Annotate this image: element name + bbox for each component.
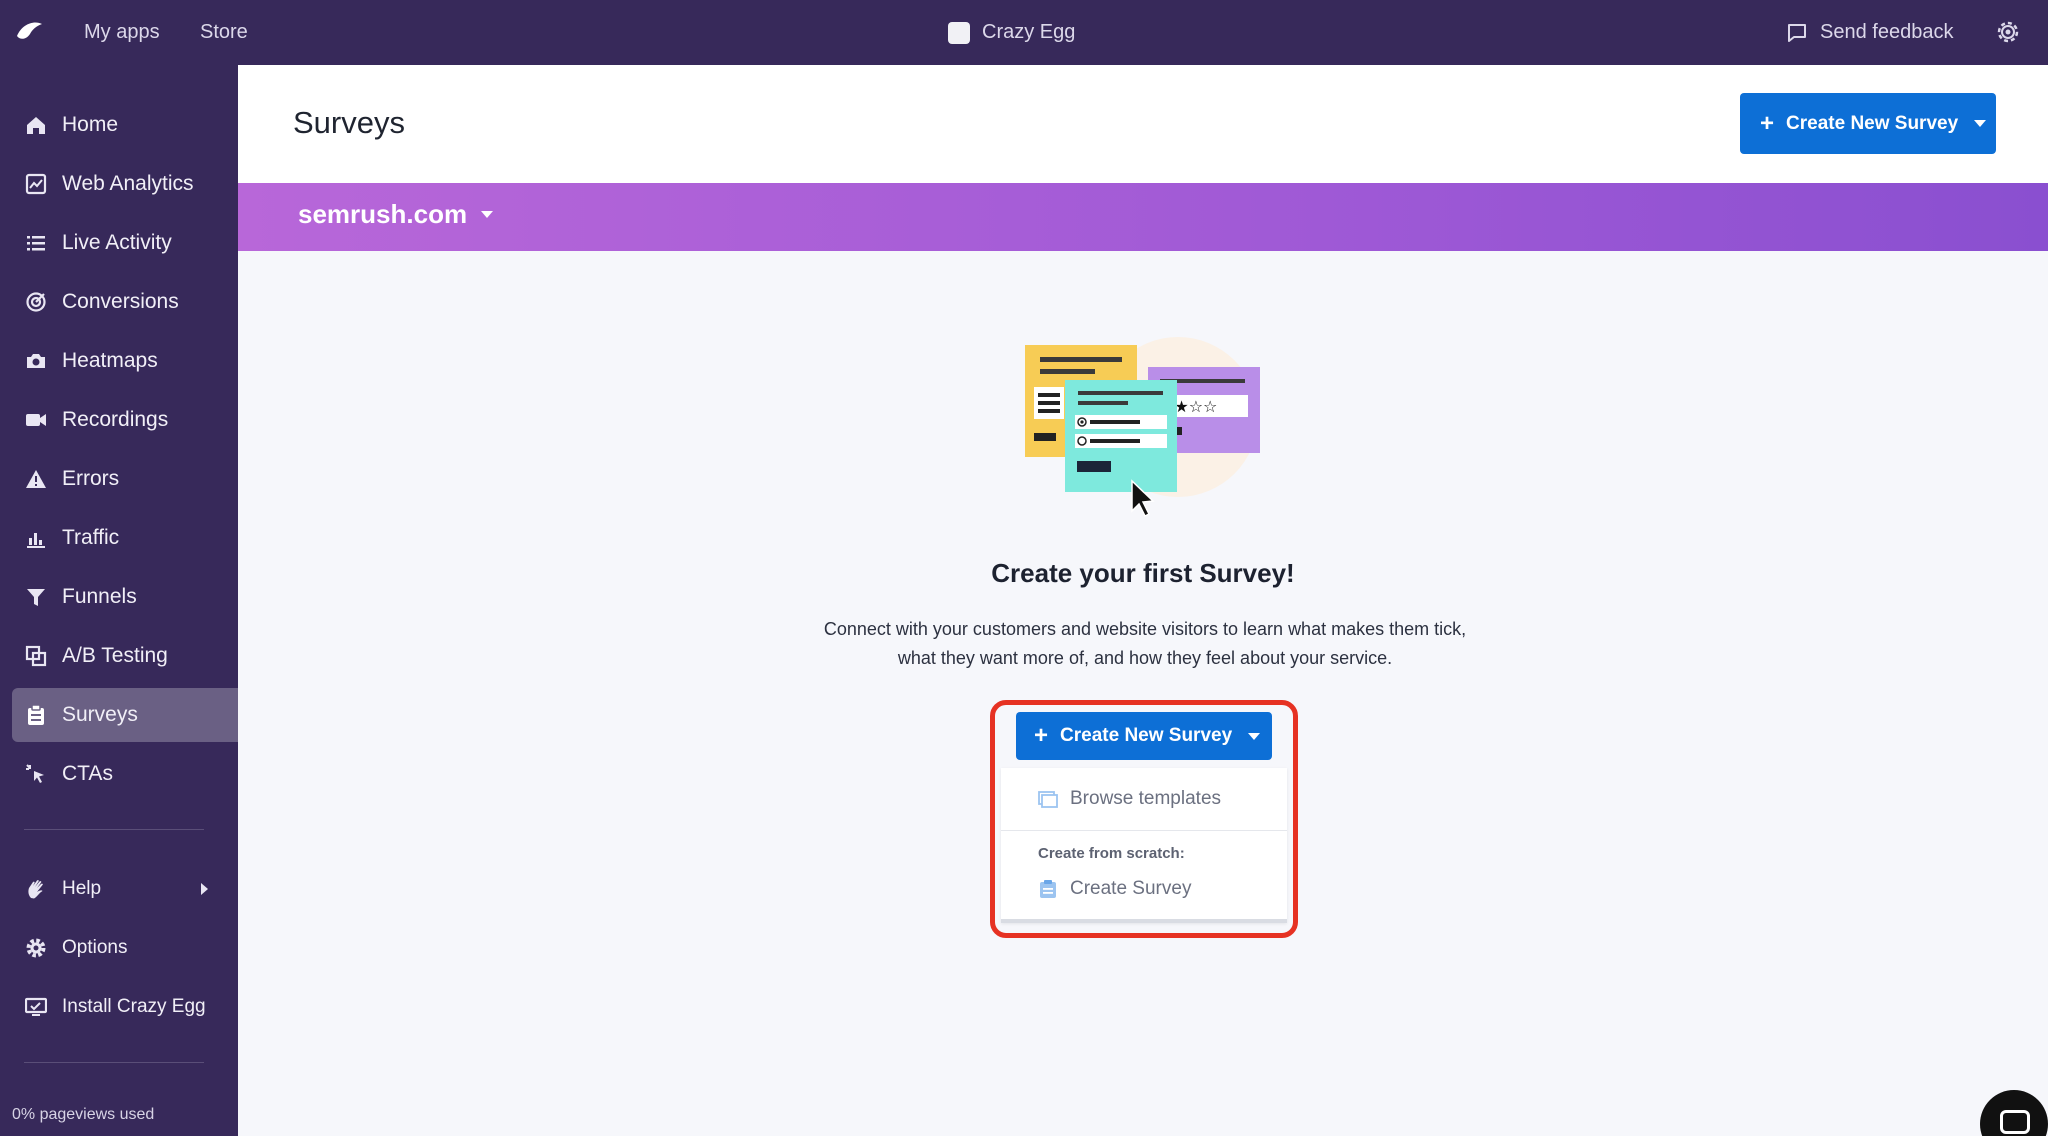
- sidebar: Home Web Analytics Live Activity Convers…: [0, 65, 238, 1136]
- page-header: Surveys + Create New Survey: [238, 65, 2048, 183]
- ab-test-icon: [24, 644, 48, 668]
- chevron-right-icon: [201, 883, 208, 895]
- list-icon: [24, 231, 48, 255]
- create-survey-label: Create Survey: [1070, 878, 1192, 899]
- sidebar-item-label: Heatmaps: [62, 349, 158, 372]
- menu-item-browse-templates[interactable]: Browse templates: [1038, 788, 1221, 810]
- sidebar-item-label: Conversions: [62, 290, 179, 313]
- browse-templates-label: Browse templates: [1070, 788, 1222, 809]
- sidebar-item-live-activity[interactable]: Live Activity: [12, 216, 238, 270]
- bar-chart-icon: [24, 526, 48, 550]
- menu-item-create-survey[interactable]: Create Survey: [1038, 878, 1191, 900]
- sidebar-item-label: Live Activity: [62, 231, 172, 254]
- gear-icon: [24, 936, 48, 960]
- chat-launcher-button[interactable]: [1980, 1090, 2048, 1136]
- send-feedback-label: Send feedback: [1820, 21, 1954, 43]
- pageviews-usage: 0% pageviews used: [12, 1106, 155, 1123]
- sidebar-item-errors[interactable]: Errors: [12, 452, 238, 506]
- sidebar-item-ab-testing[interactable]: A/B Testing: [12, 629, 238, 683]
- sidebar-item-ctas[interactable]: CTAs: [12, 747, 238, 801]
- plus-icon: +: [1034, 722, 1049, 749]
- funnel-icon: [24, 585, 48, 609]
- app-switcher[interactable]: Crazy Egg: [948, 0, 1075, 65]
- home-icon: [24, 113, 48, 137]
- site-selector-band: semrush.com: [238, 183, 2048, 251]
- nav-store[interactable]: Store: [200, 0, 248, 65]
- warning-icon: [24, 467, 48, 491]
- wave-hand-icon: [24, 877, 48, 901]
- sidebar-item-label: Surveys: [62, 703, 138, 726]
- video-icon: [24, 408, 48, 432]
- create-from-scratch-label: Create from scratch:: [1038, 845, 1185, 862]
- sidebar-item-label: Options: [62, 937, 128, 958]
- camera-icon: [24, 349, 48, 373]
- page-title: Surveys: [293, 105, 405, 140]
- chart-icon: [24, 172, 48, 196]
- empty-state-description: Connect with your customers and website …: [823, 619, 1467, 668]
- sidebar-item-recordings[interactable]: Recordings: [12, 393, 238, 447]
- chevron-down-icon: [1248, 732, 1261, 740]
- chat-icon: [2000, 1110, 2030, 1134]
- create-new-survey-dropdown-button[interactable]: + Create New Survey: [1016, 712, 1272, 760]
- sidebar-item-label: Traffic: [62, 526, 120, 549]
- sidebar-item-label: Install Crazy Egg: [62, 996, 206, 1017]
- plus-icon: +: [1760, 109, 1775, 137]
- chevron-down-icon: [1974, 120, 1987, 127]
- send-feedback-button[interactable]: Send feedback: [1786, 0, 1953, 65]
- monitor-icon: [24, 995, 48, 1019]
- site-name: semrush.com: [298, 199, 468, 229]
- sidebar-item-traffic[interactable]: Traffic: [12, 511, 238, 565]
- sidebar-item-label: Help: [62, 878, 102, 899]
- empty-state-title: Create your first Survey!: [991, 558, 1295, 588]
- sidebar-item-web-analytics[interactable]: Web Analytics: [12, 157, 238, 211]
- sidebar-divider: [24, 829, 204, 830]
- sidebar-item-options[interactable]: Options: [12, 921, 238, 975]
- sidebar-item-label: Home: [62, 113, 119, 136]
- sidebar-item-label: Funnels: [62, 585, 137, 608]
- sidebar-item-label: Errors: [62, 467, 120, 490]
- sidebar-item-heatmaps[interactable]: Heatmaps: [12, 334, 238, 388]
- app-icon: [948, 21, 970, 44]
- create-new-survey-button[interactable]: + Create New Survey: [1740, 93, 1996, 154]
- sidebar-item-surveys[interactable]: Surveys: [12, 688, 238, 742]
- sidebar-item-label: Recordings: [62, 408, 169, 431]
- crazy-egg-logo-icon[interactable]: [14, 18, 44, 46]
- chevron-down-icon: [481, 211, 494, 218]
- cursor-click-icon: [24, 762, 48, 786]
- sidebar-item-label: CTAs: [62, 762, 113, 785]
- sidebar-item-conversions[interactable]: Conversions: [12, 275, 238, 329]
- sidebar-item-funnels[interactable]: Funnels: [12, 570, 238, 624]
- sidebar-item-install[interactable]: Install Crazy Egg: [12, 980, 238, 1034]
- site-selector[interactable]: semrush.com: [298, 199, 494, 230]
- top-bar: My apps Store Crazy Egg Send feedback: [0, 0, 2048, 65]
- sidebar-item-home[interactable]: Home: [12, 98, 238, 152]
- sidebar-divider: [24, 1062, 204, 1063]
- sidebar-item-help[interactable]: Help: [12, 862, 238, 916]
- nav-my-apps[interactable]: My apps: [84, 0, 160, 65]
- sidebar-item-label: Web Analytics: [62, 172, 194, 195]
- app-name: Crazy Egg: [982, 21, 1076, 43]
- feedback-icon: [1788, 23, 1806, 42]
- settings-gear-icon[interactable]: [1994, 18, 2022, 46]
- target-icon: [24, 290, 48, 314]
- create-new-survey-label: Create New Survey: [1786, 112, 1959, 134]
- survey-illustration: ★★☆☆: [1025, 337, 1260, 518]
- sidebar-item-label: A/B Testing: [62, 644, 168, 667]
- clipboard-icon: [1040, 880, 1056, 898]
- clipboard-icon: [24, 703, 48, 727]
- menu-divider: [1001, 830, 1287, 831]
- templates-icon: [1038, 791, 1058, 808]
- create-survey-menu: Browse templates Create from scratch: Cr…: [1001, 768, 1287, 923]
- create-new-survey-label: Create New Survey: [1060, 725, 1233, 746]
